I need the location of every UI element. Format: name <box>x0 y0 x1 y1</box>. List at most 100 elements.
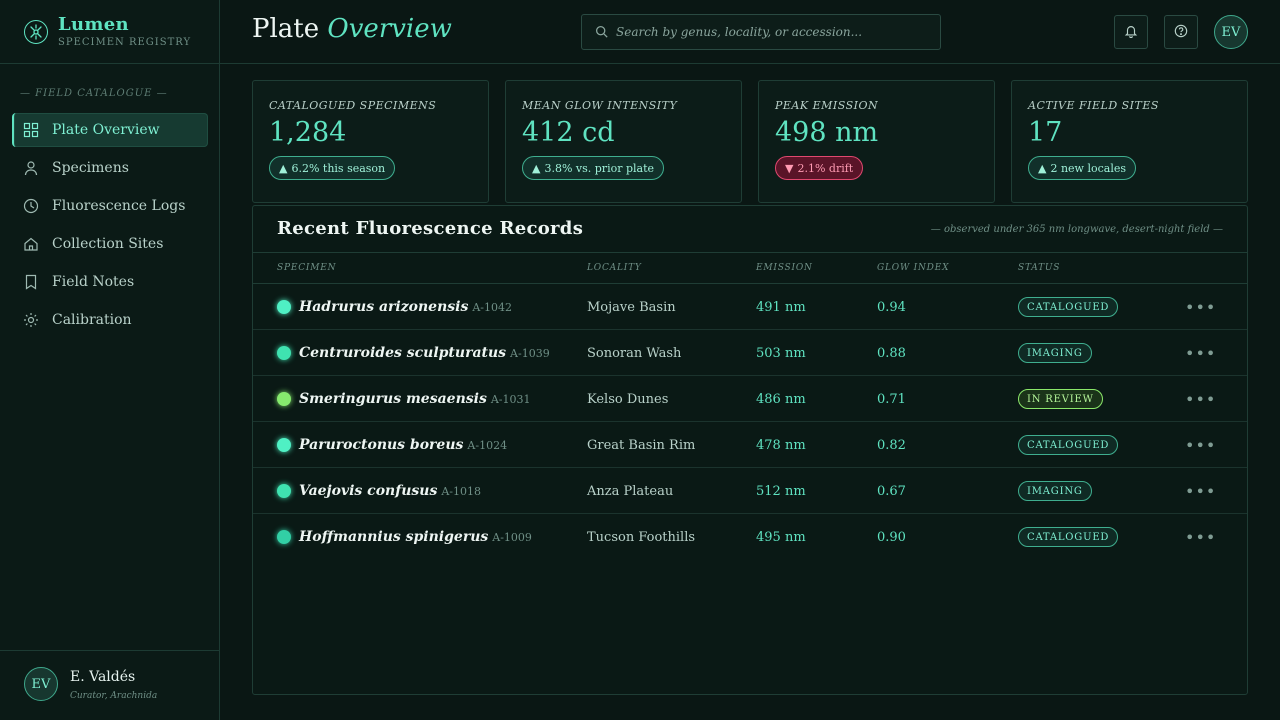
glow-index: 0.94 <box>877 299 906 315</box>
locality: Tucson Foothills <box>587 529 696 545</box>
panel-note: — observed under 365 nm longwave, desert… <box>930 224 1223 235</box>
status-badge: IN REVIEW <box>1018 389 1103 409</box>
emission-value: 491 nm <box>756 299 806 315</box>
triangle-up-icon: ▲ <box>279 161 288 175</box>
notifications-button[interactable] <box>1114 15 1148 49</box>
help-button[interactable] <box>1164 15 1198 49</box>
glow-index: 0.90 <box>877 529 906 545</box>
search-input[interactable] <box>616 25 926 39</box>
more-actions-icon[interactable]: ••• <box>1185 514 1216 560</box>
column-header-status[interactable]: STATUS <box>1018 263 1060 273</box>
table-row[interactable]: Hadrurus arizonensis A-1042 Mojave Basin … <box>253 284 1247 330</box>
search-box[interactable] <box>581 14 941 50</box>
table-row[interactable]: Centruroides sculpturatus A-1039 Sonoran … <box>253 330 1247 376</box>
specimen-name[interactable]: Vaejovis confusus <box>299 483 437 499</box>
triangle-down-icon: ▼ <box>785 161 794 175</box>
sidebar-item-field-notes[interactable]: Field Notes <box>12 265 208 299</box>
sun-icon <box>23 312 39 328</box>
sidebar-item-label: Plate Overview <box>52 122 160 138</box>
home-icon <box>23 236 39 252</box>
emission-value: 495 nm <box>756 529 806 545</box>
kpi-card-catalogued: CATALOGUED SPECIMENS 1,284 ▲ 6.2% this s… <box>252 80 489 203</box>
sidebar-item-label: Collection Sites <box>52 236 164 252</box>
fluorescence-dot-icon <box>277 530 291 544</box>
bell-icon <box>1124 23 1138 42</box>
sidebar-item-fluorescence-logs[interactable]: Fluorescence Logs <box>12 189 208 223</box>
kpi-delta-badge: ▲ 3.8% vs. prior plate <box>522 156 665 180</box>
specimen-name[interactable]: Centruroides sculpturatus <box>299 345 506 361</box>
nav-section-label: — FIELD CATALOGUE — <box>20 88 168 99</box>
locality: Anza Plateau <box>587 483 674 499</box>
sidebar-item-specimens[interactable]: Specimens <box>12 151 208 185</box>
brand[interactable]: Lumen SPECIMEN REGISTRY <box>0 0 219 64</box>
status-badge: CATALOGUED <box>1018 435 1119 455</box>
kpi-delta-badge: ▲ 2 new locales <box>1028 156 1137 180</box>
locality: Mojave Basin <box>587 299 676 315</box>
header-avatar[interactable]: EV <box>1214 15 1248 49</box>
sidebar-item-label: Specimens <box>52 160 129 176</box>
table-row[interactable]: Smeringurus mesaensis A-1031 Kelso Dunes … <box>253 376 1247 422</box>
more-actions-icon[interactable]: ••• <box>1185 422 1216 468</box>
search-icon <box>595 23 608 42</box>
emission-value: 478 nm <box>756 437 806 453</box>
kpi-card-glow-intensity: MEAN GLOW INTENSITY 412 cd ▲ 3.8% vs. pr… <box>505 80 742 203</box>
sidebar-item-label: Calibration <box>52 312 132 328</box>
more-actions-icon[interactable]: ••• <box>1185 468 1216 514</box>
fluorescence-dot-icon <box>277 438 291 452</box>
kpi-delta-text: 2.1% drift <box>797 161 854 175</box>
status-badge: CATALOGUED <box>1018 527 1119 547</box>
specimen-name[interactable]: Hadrurus arizonensis <box>299 299 468 315</box>
kpi-delta-badge: ▼ 2.1% drift <box>775 156 864 180</box>
kpi-label: ACTIVE FIELD SITES <box>1028 99 1159 112</box>
specimen-name[interactable]: Hoffmannius spinigerus <box>299 529 488 545</box>
kpi-value: 412 cd <box>522 117 615 148</box>
glow-index: 0.67 <box>877 483 906 499</box>
column-header-glow-index[interactable]: GLOW INDEX <box>877 263 949 273</box>
scorpion-logo-icon <box>24 19 48 44</box>
sidebar-item-label: Fluorescence Logs <box>52 198 186 214</box>
more-actions-icon[interactable]: ••• <box>1185 376 1216 422</box>
kpi-label: PEAK EMISSION <box>775 99 879 112</box>
table-row[interactable]: Hoffmannius spinigerus A-1009 Tucson Foot… <box>253 514 1247 560</box>
fluorescence-dot-icon <box>277 484 291 498</box>
kpi-label: CATALOGUED SPECIMENS <box>269 99 437 112</box>
triangle-up-icon: ▲ <box>1038 161 1047 175</box>
accession-number: A-1039 <box>510 346 550 360</box>
more-actions-icon[interactable]: ••• <box>1185 284 1216 330</box>
specimen-name[interactable]: Paruroctonus boreus <box>299 437 463 453</box>
brand-subtitle: SPECIMEN REGISTRY <box>58 37 192 48</box>
glow-index: 0.82 <box>877 437 906 453</box>
clock-icon <box>23 198 39 214</box>
status-badge: IMAGING <box>1018 481 1092 501</box>
locality: Kelso Dunes <box>587 391 669 407</box>
glow-index: 0.88 <box>877 345 906 361</box>
locality: Sonoran Wash <box>587 345 682 361</box>
status-badge: CATALOGUED <box>1018 297 1119 317</box>
sidebar-item-calibration[interactable]: Calibration <box>12 303 208 337</box>
triangle-up-icon: ▲ <box>532 161 541 175</box>
brand-name: Lumen <box>58 14 129 35</box>
table-row[interactable]: Vaejovis confusus A-1018 Anza Plateau 512… <box>253 468 1247 514</box>
avatar: EV <box>24 667 58 701</box>
sidebar: Lumen SPECIMEN REGISTRY — FIELD CATALOGU… <box>0 0 220 720</box>
kpi-delta-text: 3.8% vs. prior plate <box>544 161 655 175</box>
more-actions-icon[interactable]: ••• <box>1185 330 1216 376</box>
kpi-delta-badge: ▲ 6.2% this season <box>269 156 396 180</box>
accession-number: A-1009 <box>492 530 532 544</box>
sidebar-item-label: Field Notes <box>52 274 135 290</box>
bookmark-icon <box>23 274 39 290</box>
column-header-specimen[interactable]: SPECIMEN <box>277 263 336 273</box>
specimen-name[interactable]: Smeringurus mesaensis <box>299 391 487 407</box>
column-header-emission[interactable]: EMISSION <box>756 263 813 273</box>
table-row[interactable]: Paruroctonus boreus A-1024 Great Basin Ri… <box>253 422 1247 468</box>
sidebar-item-plate-overview[interactable]: Plate Overview <box>12 113 208 147</box>
status-badge: IMAGING <box>1018 343 1092 363</box>
accession-number: A-1018 <box>441 484 482 498</box>
column-header-locality[interactable]: LOCALITY <box>587 263 642 273</box>
table-header: SPECIMEN LOCALITY EMISSION GLOW INDEX ST… <box>253 253 1247 284</box>
header: Plate Overview EV <box>220 0 1280 64</box>
kpi-value: 1,284 <box>269 117 347 148</box>
sidebar-item-collection-sites[interactable]: Collection Sites <box>12 227 208 261</box>
user-card[interactable]: EV E. Valdés Curator, Arachnida <box>0 650 219 720</box>
page-title-main: Plate <box>252 14 320 44</box>
